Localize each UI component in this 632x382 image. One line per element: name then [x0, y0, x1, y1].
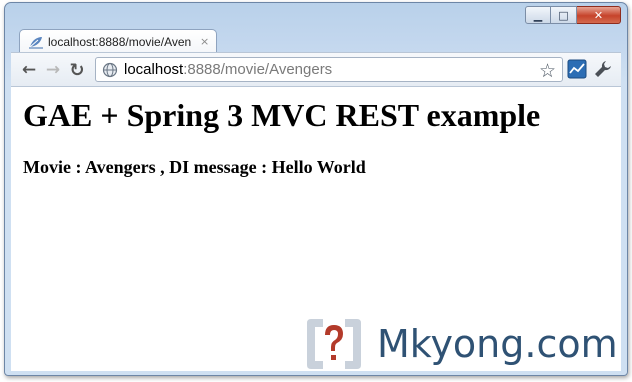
tab-close-icon[interactable]: × [200, 35, 209, 48]
forward-button[interactable]: → [43, 60, 63, 80]
maximize-button[interactable]: □ [551, 6, 577, 24]
movie-message: Movie : Avengers , DI message : Hello Wo… [23, 157, 366, 177]
back-button[interactable]: ← [19, 60, 39, 80]
spring-leaf-icon [29, 36, 43, 49]
mkyong-logo-icon [307, 319, 361, 369]
address-bar[interactable]: localhost:8888/movie/Avengers ☆ [95, 57, 563, 82]
watermark-text: Mkyong.com [377, 322, 618, 366]
minimize-button[interactable]: ▁ [525, 6, 551, 24]
page-viewport: GAE + Spring 3 MVC REST example Movie : … [11, 86, 621, 371]
close-window-button[interactable]: ✕ [577, 6, 621, 24]
url-text: localhost:8888/movie/Avengers [124, 61, 332, 78]
browser-toolbar: ← → ↻ localhost:8888/movie/Avengers ☆ [11, 52, 621, 86]
browser-tab[interactable]: localhost:8888/movie/Aven × [19, 29, 217, 53]
globe-icon [102, 62, 118, 77]
browser-window: ▁ □ ✕ localhost:8888/movie/Aven × ← → ↻ … [4, 2, 628, 376]
mkyong-watermark: Mkyong.com [305, 315, 618, 371]
url-path: :8888/movie/Avengers [183, 61, 333, 78]
wrench-icon[interactable] [593, 59, 613, 79]
chart-extension-icon[interactable] [567, 59, 587, 79]
page-title: GAE + Spring 3 MVC REST example [23, 97, 541, 133]
reload-button[interactable]: ↻ [67, 60, 87, 81]
tab-title: localhost:8888/movie/Aven [48, 34, 192, 49]
url-host: localhost [124, 61, 184, 78]
window-controls: ▁ □ ✕ [525, 6, 621, 24]
bookmark-star-icon[interactable]: ☆ [539, 60, 556, 82]
